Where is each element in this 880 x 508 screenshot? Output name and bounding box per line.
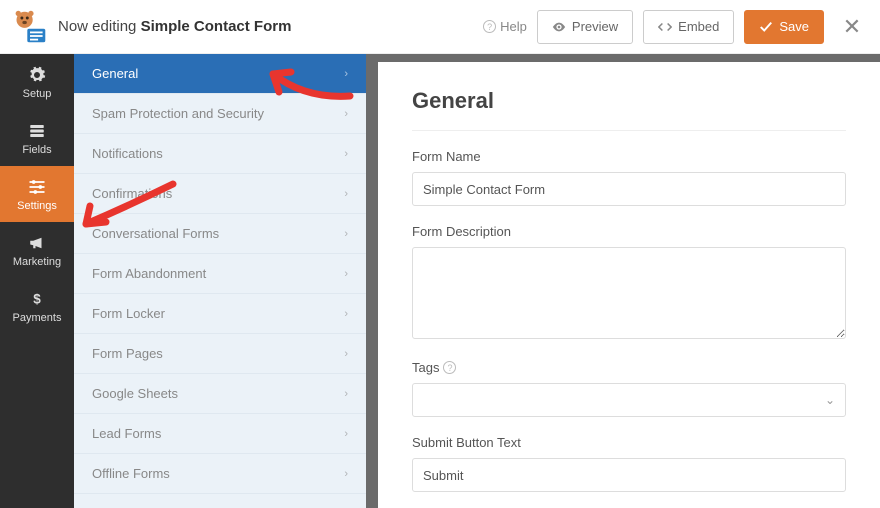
rail-label: Setup (23, 88, 52, 100)
chevron-right-icon: › (344, 428, 348, 440)
submit-text-label: Submit Button Text (412, 435, 846, 450)
eye-icon (552, 20, 566, 34)
chevron-right-icon: › (344, 188, 348, 200)
rail-settings[interactable]: Settings (0, 166, 74, 222)
form-name-label: Form Name (412, 149, 846, 164)
chevron-right-icon: › (344, 228, 348, 240)
preview-button[interactable]: Preview (537, 10, 633, 44)
sub-general[interactable]: General› (74, 54, 366, 94)
chevron-down-icon: ⌄ (825, 393, 835, 407)
sub-conversational[interactable]: Conversational Forms› (74, 214, 366, 254)
sub-confirmations[interactable]: Confirmations› (74, 174, 366, 214)
form-description-label: Form Description (412, 224, 846, 239)
help-icon: ? (483, 20, 496, 33)
rail-label: Fields (22, 144, 51, 156)
sub-pages[interactable]: Form Pages› (74, 334, 366, 374)
settings-subpanel: General› Spam Protection and Security› N… (74, 54, 370, 508)
sub-google-sheets[interactable]: Google Sheets› (74, 374, 366, 414)
tags-label: Tags ? (412, 360, 846, 375)
save-button[interactable]: Save (744, 10, 824, 44)
sub-locker[interactable]: Form Locker› (74, 294, 366, 334)
tags-select[interactable]: ⌄ (412, 383, 846, 417)
embed-button[interactable]: Embed (643, 10, 734, 44)
sliders-icon (27, 177, 47, 197)
form-description-input[interactable] (412, 247, 846, 339)
dollar-icon: $ (27, 289, 47, 309)
rail-label: Marketing (13, 256, 61, 268)
rail-payments[interactable]: $ Payments (0, 278, 74, 334)
chevron-right-icon: › (344, 348, 348, 360)
help-icon[interactable]: ? (443, 361, 456, 374)
rail-label: Payments (13, 312, 62, 324)
rail-fields[interactable]: Fields (0, 110, 74, 166)
chevron-right-icon: › (344, 68, 348, 80)
chevron-right-icon: › (344, 268, 348, 280)
check-icon (759, 20, 773, 34)
code-icon (658, 20, 672, 34)
chevron-right-icon: › (344, 148, 348, 160)
page-title: Now editing Simple Contact Form (58, 18, 473, 35)
content-frame: General Form Name Form Description Tags … (370, 54, 880, 508)
left-rail: Setup Fields Settings Marketing $ Paymen… (0, 54, 74, 508)
sub-offline[interactable]: Offline Forms› (74, 454, 366, 494)
sub-abandonment[interactable]: Form Abandonment› (74, 254, 366, 294)
bullhorn-icon (27, 233, 47, 253)
rail-marketing[interactable]: Marketing (0, 222, 74, 278)
settings-content: General Form Name Form Description Tags … (378, 62, 880, 508)
close-icon[interactable]: ✕ (840, 14, 864, 40)
sub-notifications[interactable]: Notifications› (74, 134, 366, 174)
rail-label: Settings (17, 200, 57, 212)
sub-lead-forms[interactable]: Lead Forms› (74, 414, 366, 454)
list-icon (27, 121, 47, 141)
chevron-right-icon: › (344, 468, 348, 480)
svg-text:$: $ (33, 291, 41, 306)
sub-spam[interactable]: Spam Protection and Security› (74, 94, 366, 134)
chevron-right-icon: › (344, 108, 348, 120)
rail-setup[interactable]: Setup (0, 54, 74, 110)
wpforms-logo (12, 9, 48, 45)
gear-icon (27, 65, 47, 85)
form-name-input[interactable] (412, 172, 846, 206)
submit-text-input[interactable] (412, 458, 846, 492)
chevron-right-icon: › (344, 308, 348, 320)
settings-heading: General (412, 88, 846, 131)
chevron-right-icon: › (344, 388, 348, 400)
help-link[interactable]: ? Help (483, 19, 527, 34)
